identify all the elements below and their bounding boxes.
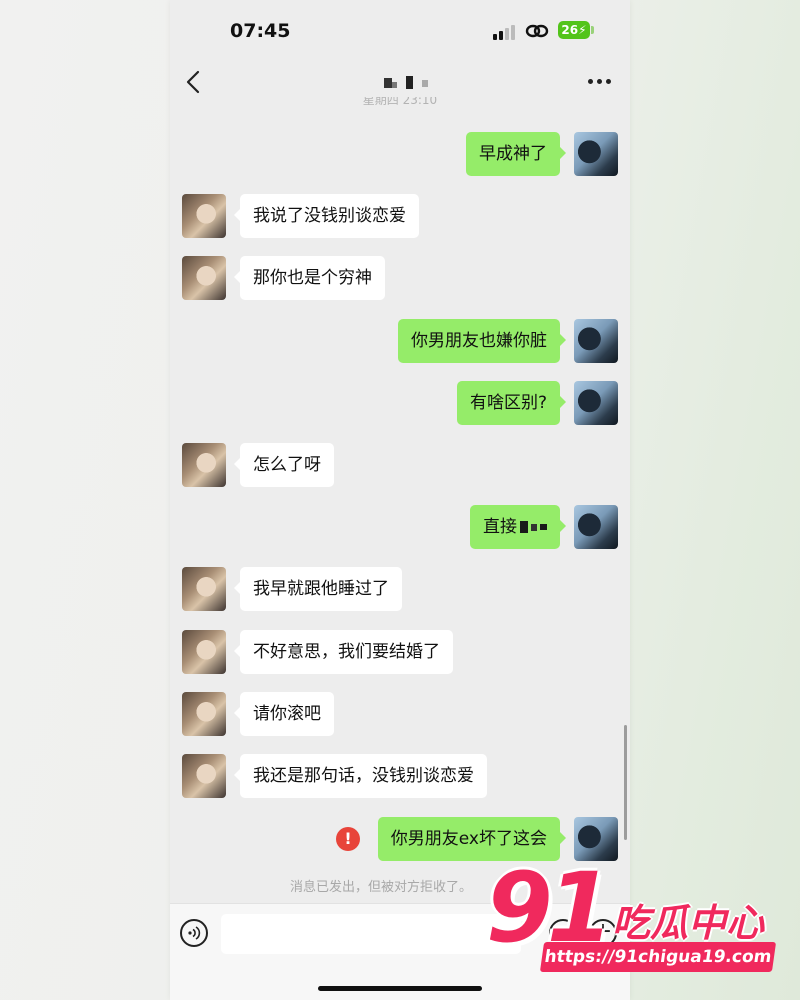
message-bubble[interactable]: 不好意思，我们要结婚了 bbox=[234, 630, 453, 674]
message-input[interactable] bbox=[221, 914, 521, 954]
contact-avatar[interactable] bbox=[182, 194, 226, 238]
contact-avatar[interactable] bbox=[182, 692, 226, 736]
message-bubble[interactable]: 早成神了 bbox=[466, 132, 566, 176]
chat-screen: 07:45 26⚡ 星期四 23:10 早成神了 我说了没钱别谈恋爱 那你也是个… bbox=[170, 0, 630, 1000]
my-avatar[interactable] bbox=[574, 319, 618, 363]
voice-icon[interactable] bbox=[180, 919, 208, 947]
mosaic-censor bbox=[540, 524, 547, 530]
my-avatar[interactable] bbox=[574, 381, 618, 425]
battery-charging-icon: 26⚡ bbox=[558, 21, 590, 39]
home-indicator bbox=[318, 986, 482, 991]
link-icon bbox=[525, 24, 549, 38]
my-avatar[interactable] bbox=[574, 132, 618, 176]
more-icon[interactable] bbox=[588, 78, 612, 86]
message-text: 直接 bbox=[483, 517, 517, 537]
message-sent: 直接 bbox=[170, 505, 630, 549]
contact-avatar[interactable] bbox=[182, 567, 226, 611]
message-received: 怎么了呀 bbox=[170, 443, 630, 487]
send-failed-icon[interactable]: ! bbox=[336, 827, 360, 851]
message-received: 我说了没钱别谈恋爱 bbox=[170, 194, 630, 238]
message-bubble[interactable]: 那你也是个穷神 bbox=[234, 256, 385, 300]
watermark-url: https://91chigua19.com bbox=[539, 942, 777, 972]
contact-avatar[interactable] bbox=[182, 754, 226, 798]
message-bubble[interactable]: 我还是那句话，没钱别谈恋爱 bbox=[234, 754, 487, 798]
message-sent: 早成神了 bbox=[170, 132, 630, 176]
message-bubble[interactable]: 你男朋友也嫌你脏 bbox=[398, 319, 566, 363]
mosaic-censor bbox=[531, 523, 537, 531]
watermark-logo: 91 吃瓜中心 https://91chigua19.com bbox=[480, 852, 800, 1000]
watermark-name: 吃瓜中心 bbox=[612, 901, 765, 945]
message-timestamp: 星期四 23:10 bbox=[362, 97, 438, 107]
status-bar: 07:45 26⚡ bbox=[170, 0, 630, 60]
message-bubble[interactable]: 直接 bbox=[470, 505, 566, 549]
message-sent: 你男朋友也嫌你脏 bbox=[170, 319, 630, 363]
message-received: 我还是那句话，没钱别谈恋爱 bbox=[170, 754, 630, 798]
my-avatar[interactable] bbox=[574, 505, 618, 549]
message-bubble[interactable]: 我说了没钱别谈恋爱 bbox=[234, 194, 419, 238]
message-received: 我早就跟他睡过了 bbox=[170, 567, 630, 611]
message-received: 那你也是个穷神 bbox=[170, 256, 630, 300]
message-received: 不好意思，我们要结婚了 bbox=[170, 630, 630, 674]
message-bubble[interactable]: 我早就跟他睡过了 bbox=[234, 567, 402, 611]
battery-tip bbox=[591, 26, 594, 34]
contact-avatar[interactable] bbox=[182, 630, 226, 674]
message-received: 请你滚吧 bbox=[170, 692, 630, 736]
contact-avatar[interactable] bbox=[182, 256, 226, 300]
contact-avatar[interactable] bbox=[182, 443, 226, 487]
message-bubble[interactable]: 请你滚吧 bbox=[234, 692, 334, 736]
message-sent: 有啥区别? bbox=[170, 381, 630, 425]
battery-level: 26 bbox=[561, 23, 579, 37]
scrollbar[interactable] bbox=[624, 725, 627, 840]
status-time: 07:45 bbox=[230, 20, 291, 42]
back-icon[interactable] bbox=[184, 68, 206, 96]
mosaic-censor bbox=[520, 521, 528, 533]
voice-waves-icon bbox=[188, 926, 201, 940]
reject-notice: 消息已发出，但被对方拒收了。 bbox=[290, 880, 473, 895]
message-bubble[interactable]: 怎么了呀 bbox=[234, 443, 334, 487]
message-bubble[interactable]: 有啥区别? bbox=[456, 381, 567, 425]
chat-title-obscured bbox=[384, 74, 434, 92]
signal-icon bbox=[493, 24, 515, 40]
